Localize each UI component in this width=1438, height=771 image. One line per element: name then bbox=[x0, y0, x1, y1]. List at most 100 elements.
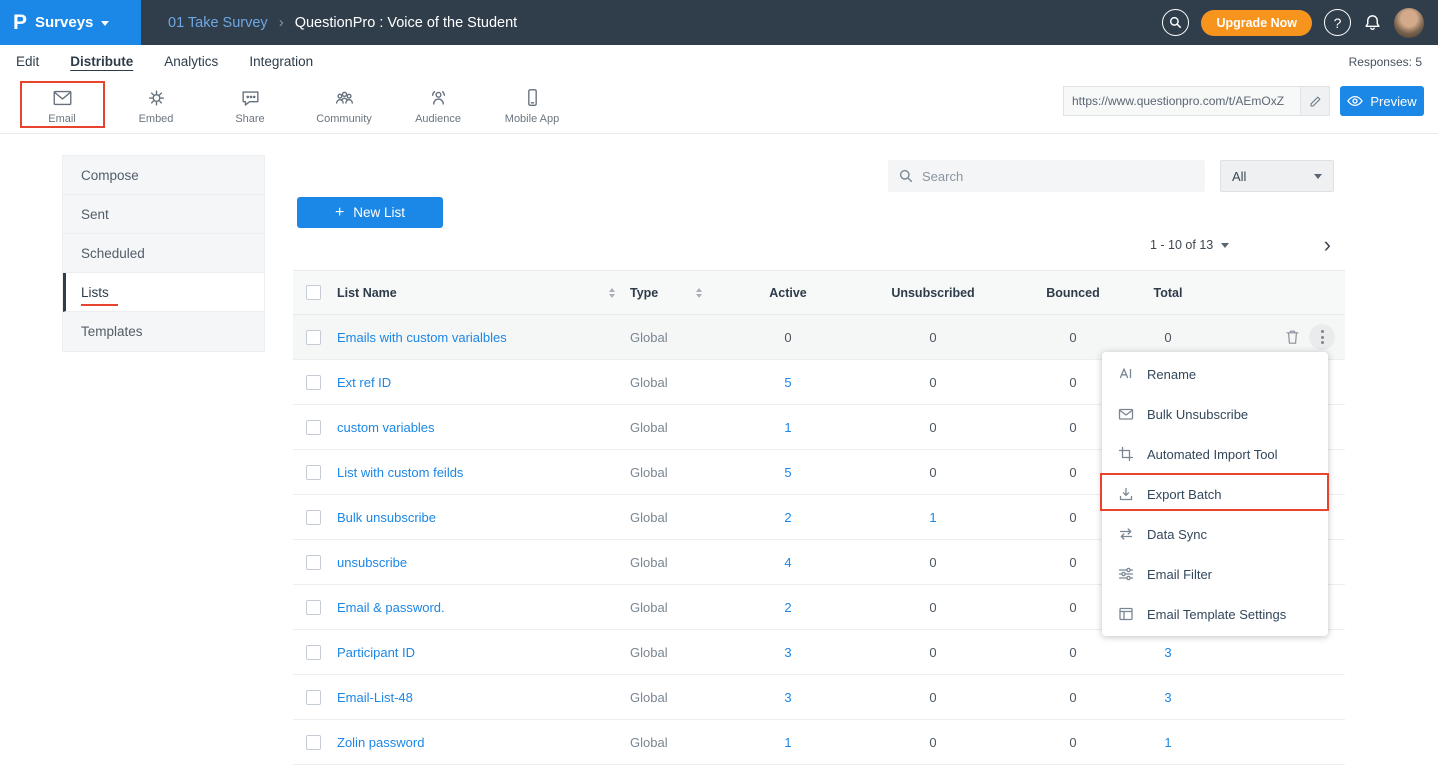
unsubscribed-count[interactable]: 0 bbox=[929, 375, 936, 390]
tab-integration[interactable]: Integration bbox=[249, 54, 313, 69]
user-avatar[interactable] bbox=[1394, 8, 1424, 38]
row-checkbox[interactable] bbox=[306, 330, 321, 345]
survey-url-input[interactable] bbox=[1064, 94, 1300, 108]
menu-item-automated-import-tool[interactable]: Automated Import Tool bbox=[1102, 434, 1328, 474]
menu-item-email-filter[interactable]: Email Filter bbox=[1102, 554, 1328, 594]
upgrade-now-button[interactable]: Upgrade Now bbox=[1201, 10, 1312, 36]
active-count[interactable]: 3 bbox=[784, 690, 791, 705]
bounced-count[interactable]: 0 bbox=[1069, 735, 1076, 750]
row-checkbox[interactable] bbox=[306, 645, 321, 660]
list-name-link[interactable]: custom variables bbox=[337, 420, 435, 435]
active-count[interactable]: 3 bbox=[784, 645, 791, 660]
bounced-count[interactable]: 0 bbox=[1069, 690, 1076, 705]
menu-item-rename[interactable]: Rename bbox=[1102, 354, 1328, 394]
table-row[interactable]: Participant ID Global 3 0 0 3 bbox=[293, 630, 1345, 675]
surveys-product-menu[interactable]: P Surveys bbox=[0, 0, 141, 45]
list-name-link[interactable]: unsubscribe bbox=[337, 555, 407, 570]
table-row[interactable]: Email-List-48 Global 3 0 0 3 bbox=[293, 675, 1345, 720]
unsubscribed-count[interactable]: 0 bbox=[929, 735, 936, 750]
row-checkbox[interactable] bbox=[306, 420, 321, 435]
unsubscribed-count[interactable]: 0 bbox=[929, 600, 936, 615]
list-name-link[interactable]: List with custom feilds bbox=[337, 465, 463, 480]
unsubscribed-count[interactable]: 0 bbox=[929, 420, 936, 435]
row-checkbox[interactable] bbox=[306, 690, 321, 705]
row-checkbox[interactable] bbox=[306, 600, 321, 615]
sidebar-item-lists[interactable]: Lists bbox=[63, 273, 264, 312]
sidebar-item-compose[interactable]: Compose bbox=[63, 156, 264, 195]
bounced-count[interactable]: 0 bbox=[1069, 375, 1076, 390]
unsubscribed-count[interactable]: 0 bbox=[929, 330, 936, 345]
unsubscribed-count[interactable]: 0 bbox=[929, 555, 936, 570]
sort-icon[interactable] bbox=[696, 288, 702, 298]
sidebar-item-sent[interactable]: Sent bbox=[63, 195, 264, 234]
list-filter-dropdown[interactable]: All bbox=[1220, 160, 1334, 192]
total-count[interactable]: 3 bbox=[1164, 645, 1171, 660]
list-name-link[interactable]: Ext ref ID bbox=[337, 375, 391, 390]
bounced-count[interactable]: 0 bbox=[1069, 645, 1076, 660]
total-count[interactable]: 1 bbox=[1164, 735, 1171, 750]
tab-edit[interactable]: Edit bbox=[16, 54, 39, 69]
help-icon[interactable]: ? bbox=[1324, 9, 1351, 36]
toolbar-community[interactable]: Community bbox=[297, 78, 391, 125]
column-header-list-name[interactable]: List Name bbox=[337, 286, 397, 300]
search-input[interactable] bbox=[922, 169, 1194, 184]
bounced-count[interactable]: 0 bbox=[1069, 510, 1076, 525]
kebab-menu-icon[interactable] bbox=[1309, 324, 1335, 350]
unsubscribed-count[interactable]: 0 bbox=[929, 465, 936, 480]
bounced-count[interactable]: 0 bbox=[1069, 420, 1076, 435]
active-count[interactable]: 5 bbox=[784, 465, 791, 480]
breadcrumb-survey-link[interactable]: 01 Take Survey bbox=[168, 15, 268, 31]
column-header-type[interactable]: Type bbox=[630, 286, 658, 300]
select-all-checkbox[interactable] bbox=[306, 285, 321, 300]
bounced-count[interactable]: 0 bbox=[1069, 555, 1076, 570]
row-checkbox[interactable] bbox=[306, 465, 321, 480]
active-count[interactable]: 5 bbox=[784, 375, 791, 390]
active-count[interactable]: 0 bbox=[784, 330, 791, 345]
toolbar-share[interactable]: Share bbox=[203, 78, 297, 125]
active-count[interactable]: 2 bbox=[784, 510, 791, 525]
list-name-link[interactable]: Zolin password bbox=[337, 735, 424, 750]
row-checkbox[interactable] bbox=[306, 555, 321, 570]
unsubscribed-count[interactable]: 0 bbox=[929, 645, 936, 660]
table-row[interactable]: Zolin password Global 1 0 0 1 bbox=[293, 720, 1345, 765]
sort-icon[interactable] bbox=[609, 288, 615, 298]
bounced-count[interactable]: 0 bbox=[1069, 600, 1076, 615]
preview-button[interactable]: Preview bbox=[1340, 86, 1424, 116]
notifications-bell-icon[interactable] bbox=[1363, 13, 1382, 32]
row-checkbox[interactable] bbox=[306, 375, 321, 390]
menu-item-data-sync[interactable]: Data Sync bbox=[1102, 514, 1328, 554]
total-count[interactable]: 3 bbox=[1164, 690, 1171, 705]
unsubscribed-count[interactable]: 0 bbox=[929, 690, 936, 705]
active-count[interactable]: 1 bbox=[784, 420, 791, 435]
menu-item-export-batch[interactable]: Export Batch bbox=[1102, 474, 1328, 514]
bounced-count[interactable]: 0 bbox=[1069, 330, 1076, 345]
toolbar-embed[interactable]: Embed bbox=[109, 78, 203, 125]
pagination-dropdown-icon[interactable] bbox=[1221, 243, 1229, 248]
list-name-link[interactable]: Participant ID bbox=[337, 645, 415, 660]
active-count[interactable]: 2 bbox=[784, 600, 791, 615]
menu-item-bulk-unsubscribe[interactable]: Bulk Unsubscribe bbox=[1102, 394, 1328, 434]
delete-icon[interactable] bbox=[1285, 329, 1300, 345]
sidebar-item-templates[interactable]: Templates bbox=[63, 312, 264, 351]
row-checkbox[interactable] bbox=[306, 735, 321, 750]
tab-distribute[interactable]: Distribute bbox=[70, 54, 133, 69]
sidebar-item-scheduled[interactable]: Scheduled bbox=[63, 234, 264, 273]
edit-url-pencil-icon[interactable] bbox=[1300, 87, 1329, 115]
bounced-count[interactable]: 0 bbox=[1069, 465, 1076, 480]
toolbar-email[interactable]: Email bbox=[15, 78, 109, 125]
active-count[interactable]: 1 bbox=[784, 735, 791, 750]
list-name-link[interactable]: Email-List-48 bbox=[337, 690, 413, 705]
toolbar-mobile-app[interactable]: Mobile App bbox=[485, 78, 579, 125]
total-count[interactable]: 0 bbox=[1164, 330, 1171, 345]
list-name-link[interactable]: Emails with custom varialbles bbox=[337, 330, 507, 345]
list-name-link[interactable]: Bulk unsubscribe bbox=[337, 510, 436, 525]
next-page-chevron-icon[interactable]: › bbox=[1324, 235, 1345, 255]
unsubscribed-count[interactable]: 1 bbox=[929, 510, 936, 525]
row-checkbox[interactable] bbox=[306, 510, 321, 525]
toolbar-audience[interactable]: Audience bbox=[391, 78, 485, 125]
active-count[interactable]: 4 bbox=[784, 555, 791, 570]
new-list-button[interactable]: + New List bbox=[297, 197, 443, 228]
list-name-link[interactable]: Email & password. bbox=[337, 600, 445, 615]
search-icon[interactable] bbox=[1162, 9, 1189, 36]
menu-item-email-template-settings[interactable]: Email Template Settings bbox=[1102, 594, 1328, 634]
